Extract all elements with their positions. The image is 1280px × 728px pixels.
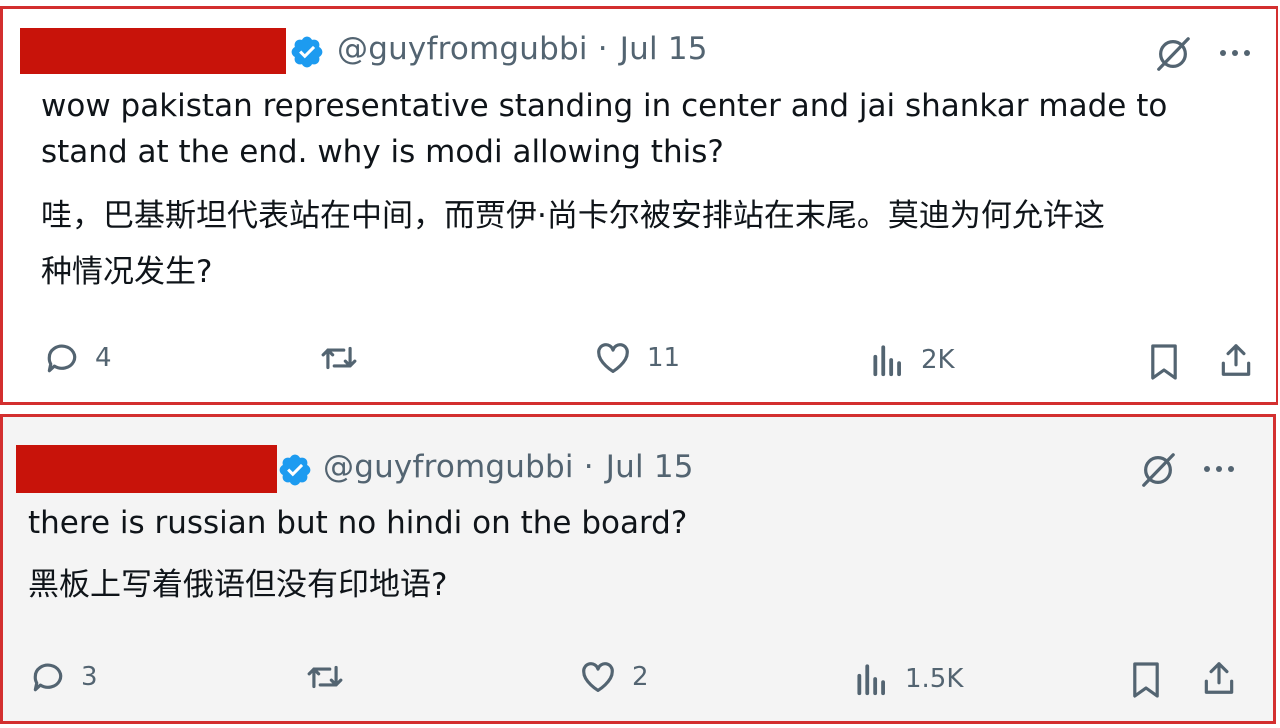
share-icon[interactable] <box>1200 658 1238 698</box>
views-button[interactable]: 2K <box>869 340 955 380</box>
grok-icon[interactable] <box>1154 35 1192 73</box>
like-button[interactable]: 11 <box>593 338 680 378</box>
post-text-line-1: wow pakistan representative standing in … <box>41 88 1168 124</box>
reply-icon <box>47 344 77 373</box>
reply-button[interactable]: 4 <box>43 338 112 378</box>
share-icon[interactable] <box>1217 340 1255 380</box>
verified-badge-icon <box>291 36 323 68</box>
like-icon <box>597 343 629 374</box>
verified-badge-icon <box>279 454 311 486</box>
repost-icon <box>321 346 357 370</box>
views-icon <box>857 664 885 696</box>
translation-line-1: 黑板上写着俄语但没有印地语? <box>28 567 448 603</box>
views-icon <box>873 345 901 377</box>
bookmark-icon[interactable] <box>1148 342 1180 382</box>
post-meta: @guyfromgubbi · Jul 15 <box>337 31 708 67</box>
reply-count: 3 <box>81 662 98 692</box>
like-button[interactable]: 2 <box>578 657 649 697</box>
redacted-display-name <box>16 445 277 493</box>
bookmark-icon[interactable] <box>1130 660 1162 700</box>
author-handle[interactable]: @guyfromgubbi <box>323 449 574 485</box>
more-icon[interactable] <box>1202 464 1236 474</box>
post-2[interactable]: @guyfromgubbi · Jul 15 there is russian bu… <box>0 414 1276 724</box>
views-button[interactable]: 1.5K <box>853 659 963 699</box>
author-handle[interactable]: @guyfromgubbi <box>337 31 588 67</box>
redacted-display-name <box>20 28 286 74</box>
like-count: 11 <box>647 343 681 373</box>
post-meta: @guyfromgubbi · Jul 15 <box>323 449 694 485</box>
post-date[interactable]: Jul 15 <box>620 31 708 67</box>
views-count: 1.5K <box>905 664 964 694</box>
repost-icon <box>307 665 343 689</box>
post-1[interactable]: @guyfromgubbi · Jul 15 wow pakistan repres… <box>0 6 1278 405</box>
reply-icon <box>33 663 63 692</box>
reply-count: 4 <box>95 343 112 373</box>
like-icon <box>582 662 614 693</box>
post-text-line-2: stand at the end. why is modi allowing t… <box>41 134 724 170</box>
grok-icon[interactable] <box>1139 451 1177 489</box>
views-count: 2K <box>921 345 955 375</box>
repost-button[interactable] <box>303 657 347 697</box>
reply-button[interactable]: 3 <box>29 657 98 697</box>
translation-line-2: 种情况发生? <box>41 254 213 290</box>
meta-separator: · <box>597 31 608 67</box>
repost-button[interactable] <box>317 338 361 378</box>
meta-separator: · <box>583 449 594 485</box>
translation-line-1: 哇，巴基斯坦代表站在中间，而贾伊·尚卡尔被安排站在末尾。莫迪为何允许这 <box>41 198 1105 234</box>
post-date[interactable]: Jul 15 <box>606 449 694 485</box>
like-count: 2 <box>632 662 649 692</box>
post-text-line-1: there is russian but no hindi on the boa… <box>28 505 688 541</box>
more-icon[interactable] <box>1218 48 1252 58</box>
